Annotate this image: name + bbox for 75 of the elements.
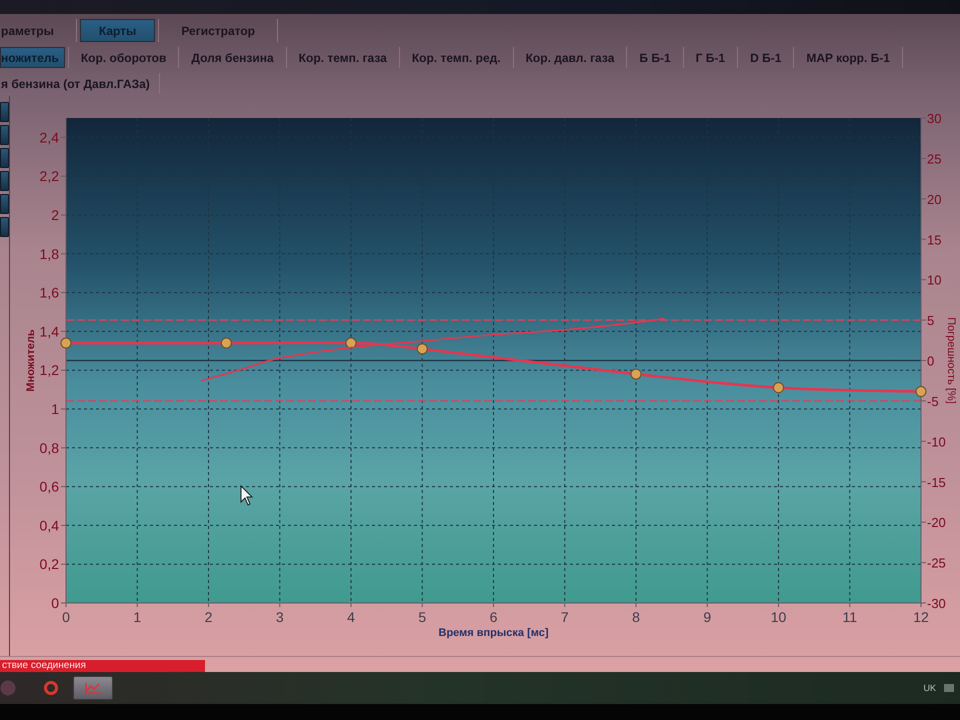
- axis-tick-label: 0,2: [40, 556, 59, 572]
- axis-tick-label: 0,4: [40, 517, 59, 534]
- tab[interactable]: Б Б-1: [630, 47, 680, 68]
- axis-tick-label: 10: [770, 609, 786, 625]
- axis-tick-label: 10: [927, 272, 942, 288]
- connection-status: ствие соединения: [0, 660, 205, 672]
- data-point[interactable]: [220, 338, 232, 349]
- tool-button[interactable]: [0, 102, 9, 122]
- data-point[interactable]: [630, 368, 642, 380]
- tab[interactable]: Кор. темп. ред.: [402, 47, 510, 68]
- axis-tick-label: 0: [62, 609, 70, 625]
- axis-tick-label: 5: [418, 609, 426, 625]
- axis-title: Время впрыска [мс]: [438, 627, 548, 639]
- language-indicator[interactable]: UK: [923, 683, 936, 693]
- axis-tick-label: 4: [347, 609, 355, 625]
- axis-tick-label: 25: [927, 151, 942, 166]
- tab[interactable]: MAP корр. Б-1: [797, 47, 899, 68]
- axis-tick-label: -20: [927, 515, 946, 530]
- tool-button[interactable]: [0, 148, 9, 168]
- axis-tick-label: -5: [927, 394, 939, 409]
- mouse-cursor-icon: [240, 485, 254, 506]
- axis-tick-label: 1: [51, 401, 59, 417]
- axis-tick-label: 2: [204, 609, 212, 625]
- axis-tick-label: 2: [51, 207, 59, 223]
- tab[interactable]: раметры: [0, 19, 73, 42]
- tool-button[interactable]: [0, 171, 9, 191]
- axis-tick-label: 3: [276, 609, 284, 625]
- data-point[interactable]: [773, 382, 784, 394]
- axis-tick-label: 1,4: [40, 323, 59, 340]
- axis-tick-label: 0: [927, 354, 934, 368]
- tab[interactable]: Карты: [80, 19, 156, 42]
- axis-tick-label: -10: [927, 434, 946, 450]
- axis-tick-label: 20: [927, 192, 942, 207]
- start-button-icon[interactable]: [0, 680, 16, 696]
- axis-title: Множитель: [25, 329, 37, 392]
- chart-icon: [85, 682, 101, 694]
- tool-button[interactable]: [0, 194, 9, 214]
- tab[interactable]: Кор. темп. газа: [290, 47, 396, 68]
- axis-tick-label: 15: [927, 232, 942, 248]
- axis-tick-label: 1,8: [40, 246, 59, 262]
- axis-tick-label: -30: [927, 596, 946, 611]
- data-point[interactable]: [416, 343, 428, 354]
- axis-tick-label: -25: [927, 556, 946, 571]
- axis-tick-label: 6: [490, 609, 498, 625]
- axis-tick-label: 5: [927, 313, 934, 328]
- axis-tick-label: 0,8: [40, 440, 59, 456]
- axis-title: Погрешность [%]: [945, 317, 957, 404]
- axis-tick-label: 7: [560, 609, 569, 625]
- axis-tick-label: 9: [703, 609, 712, 625]
- axis-tick-label: 12: [913, 609, 929, 625]
- tool-button[interactable]: [0, 125, 9, 145]
- tab[interactable]: ножитель: [0, 47, 65, 68]
- tab[interactable]: Г Б-1: [686, 47, 734, 68]
- axis-tick-label: 0: [51, 595, 59, 611]
- tab[interactable]: Кор. оборотов: [72, 47, 176, 68]
- axis-tick-label: -15: [927, 474, 946, 490]
- axis-tick-label: 1: [133, 609, 142, 625]
- tab[interactable]: Доля бензина: [182, 47, 283, 68]
- tab[interactable]: Кор. давл. газа: [516, 47, 624, 68]
- data-point[interactable]: [60, 338, 72, 349]
- ring-icon[interactable]: [44, 681, 58, 695]
- axis-tick-label: 11: [842, 609, 858, 625]
- axis-tick-label: 2,4: [40, 129, 59, 146]
- axis-tick-label: 30: [927, 111, 942, 126]
- taskbar-app-button[interactable]: [73, 676, 113, 700]
- tab[interactable]: Регистратор: [162, 19, 274, 42]
- axis-tick-label: 2,2: [40, 168, 59, 184]
- axis-tick-label: 8: [632, 609, 640, 625]
- tool-button[interactable]: [0, 217, 9, 237]
- axis-tick-label: 1,2: [40, 362, 59, 378]
- axis-tick-label: 1,6: [40, 284, 59, 301]
- axis-tick-label: 0,6: [40, 478, 59, 495]
- tab[interactable]: я бензина (от Давл.ГАЗа): [0, 73, 156, 94]
- tab[interactable]: D Б-1: [741, 47, 790, 68]
- data-point[interactable]: [916, 386, 926, 398]
